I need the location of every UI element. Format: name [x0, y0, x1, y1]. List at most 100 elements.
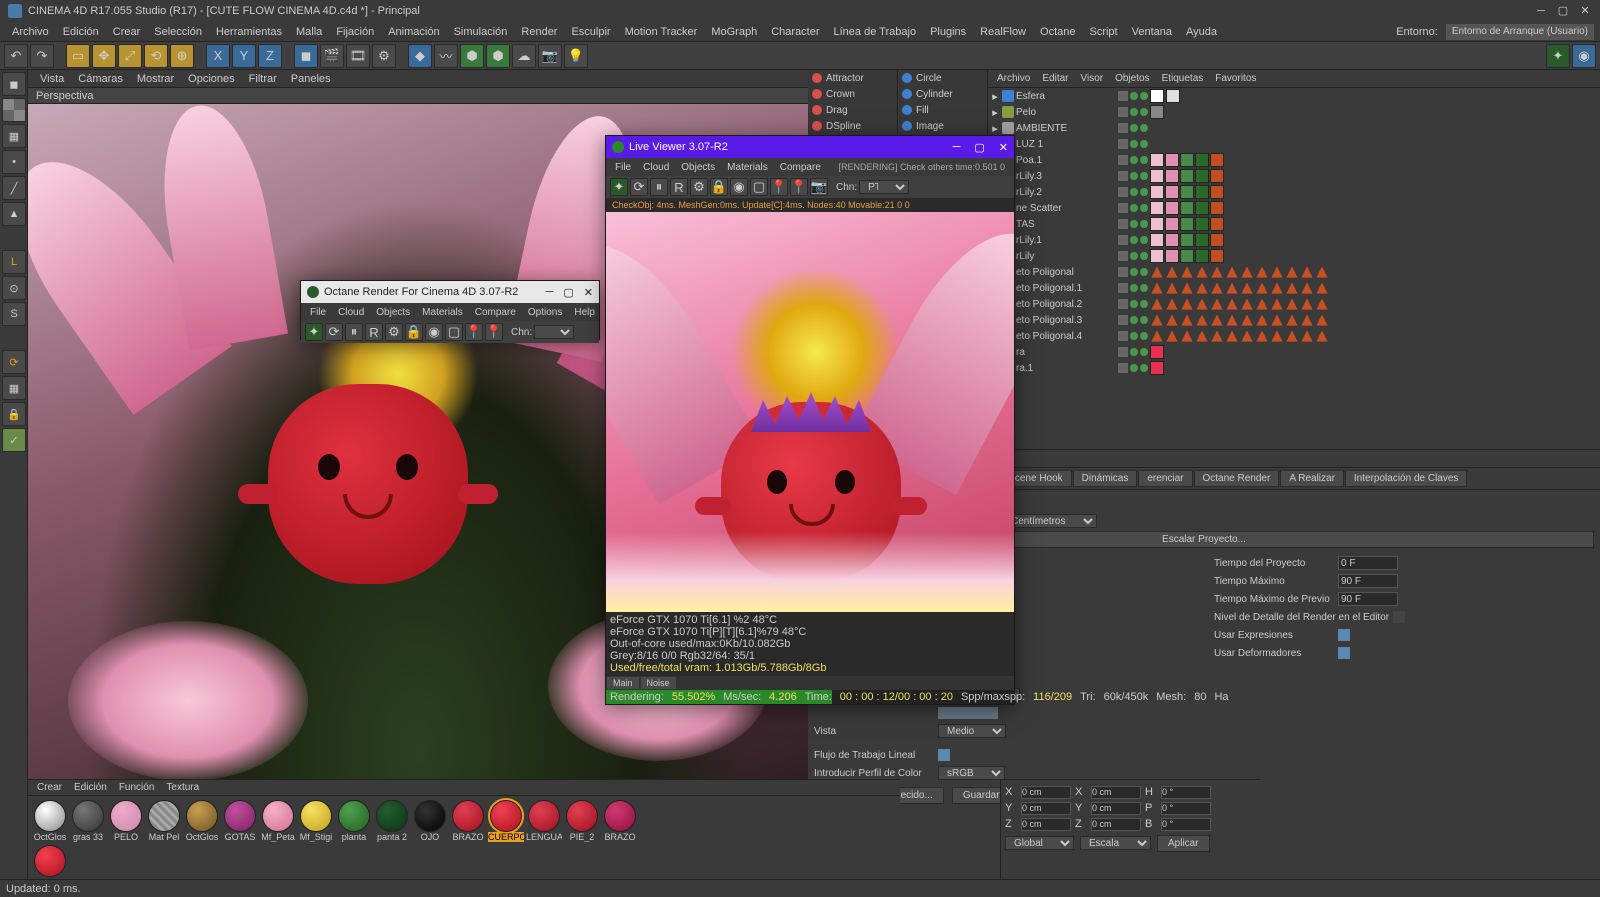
menu-ayuda[interactable]: Ayuda: [1180, 24, 1223, 40]
material-brazo[interactable]: BRAZO: [450, 800, 486, 842]
menu-plugins[interactable]: Plugins: [924, 24, 972, 40]
vp-menu-mostrar[interactable]: Mostrar: [131, 72, 180, 86]
obj-row[interactable]: ▸rLily.3: [988, 168, 1600, 184]
material-pelo[interactable]: PELO: [108, 800, 144, 842]
material-gras 33[interactable]: gras 33: [70, 800, 106, 842]
lv-menu-file[interactable]: File: [610, 161, 636, 174]
selection-filter[interactable]: ✓: [2, 428, 26, 452]
lv-pin2-button[interactable]: 📍: [790, 178, 808, 196]
view-select[interactable]: Medio: [938, 724, 1006, 738]
mat-menu-textura[interactable]: Textura: [161, 781, 204, 794]
texture-mode[interactable]: [2, 98, 26, 122]
material-mf_peta[interactable]: Mf_Peta: [260, 800, 296, 842]
obj-row[interactable]: ▸ra.1: [988, 360, 1600, 376]
environment-button[interactable]: ☁: [512, 44, 536, 68]
octane-max-button[interactable]: ▢: [563, 286, 573, 299]
redo-button[interactable]: ↷: [30, 44, 54, 68]
move-tool[interactable]: ✥: [92, 44, 116, 68]
point-mode[interactable]: •: [2, 150, 26, 174]
octane-settings-button[interactable]: ⚙: [385, 323, 403, 341]
menu-malla[interactable]: Malla: [290, 24, 328, 40]
menu-motion tracker[interactable]: Motion Tracker: [619, 24, 704, 40]
menu-realflow[interactable]: RealFlow: [974, 24, 1032, 40]
octane-settings-window[interactable]: Octane Render For Cinema 4D 3.07-R2 ─▢✕ …: [300, 280, 600, 340]
os-menu-file[interactable]: File: [305, 306, 331, 319]
expressions-check[interactable]: [1338, 629, 1350, 641]
attr-tab[interactable]: A Realizar: [1280, 470, 1344, 487]
max-time-input[interactable]: [1338, 574, 1398, 588]
lv-close-button[interactable]: ✕: [999, 141, 1008, 154]
octane-pin1-button[interactable]: 📍: [465, 323, 483, 341]
material-mf_stigi[interactable]: Mf_Stigi: [298, 800, 334, 842]
lv-menu-cloud[interactable]: Cloud: [638, 161, 674, 174]
lv-tab-noise[interactable]: Noise: [641, 677, 676, 689]
vp-menu-vista[interactable]: Vista: [34, 72, 70, 86]
camera-button[interactable]: 📷: [538, 44, 562, 68]
ot-menu-objetos[interactable]: Objetos: [1110, 72, 1154, 85]
prim-dspline[interactable]: DSpline: [808, 118, 897, 134]
render-pv-button[interactable]: 🎞: [346, 44, 370, 68]
material-extra[interactable]: [32, 845, 68, 877]
octane-titlebar[interactable]: Octane Render For Cinema 4D 3.07-R2 ─▢✕: [301, 281, 599, 303]
lv-chn-select[interactable]: PT: [859, 180, 909, 194]
lv-sphere-button[interactable]: ◉: [730, 178, 748, 196]
vp-menu-opciones[interactable]: Opciones: [182, 72, 240, 86]
prim-fill[interactable]: Fill: [898, 102, 987, 118]
octane-pin2-button[interactable]: 📍: [485, 323, 503, 341]
select-tool[interactable]: ▭: [66, 44, 90, 68]
material-panta 2[interactable]: panta 2: [374, 800, 410, 842]
prim-attractor[interactable]: Attractor: [808, 70, 897, 86]
obj-row[interactable]: ▸LUZ 1: [988, 136, 1600, 152]
render-settings-button[interactable]: ⚙: [372, 44, 396, 68]
close-button[interactable]: ✕: [1578, 4, 1592, 18]
viewport-solo[interactable]: ▦: [2, 376, 26, 400]
attr-tab[interactable]: Dinámicas: [1073, 470, 1138, 487]
octane-sphere-button[interactable]: ◉: [425, 323, 443, 341]
tweak-mode[interactable]: ⟳: [2, 350, 26, 374]
obj-row[interactable]: ▸eto Poligonal: [988, 264, 1600, 280]
lv-pin1-button[interactable]: 📍: [770, 178, 788, 196]
attr-tab[interactable]: Interpolación de Claves: [1345, 470, 1468, 487]
octane-lock-button[interactable]: 🔒: [405, 323, 423, 341]
menu-render[interactable]: Render: [515, 24, 563, 40]
lv-lock-button[interactable]: 🔒: [710, 178, 728, 196]
lod-render-check[interactable]: [1393, 611, 1405, 623]
octane-close-button[interactable]: ✕: [584, 286, 593, 299]
lv-refresh-button[interactable]: ⟳: [630, 178, 648, 196]
color-swatch[interactable]: [938, 707, 998, 719]
menu-selección[interactable]: Selección: [148, 24, 208, 40]
material-octglos[interactable]: OctGlos: [32, 800, 68, 842]
lv-cam-button[interactable]: 📷: [810, 178, 828, 196]
menu-edición[interactable]: Edición: [57, 24, 105, 40]
os-menu-cloud[interactable]: Cloud: [333, 306, 369, 319]
prim-crown[interactable]: Crown: [808, 86, 897, 102]
project-scale-unit[interactable]: Centímetros: [1002, 514, 1097, 528]
vp-menu-paneles[interactable]: Paneles: [285, 72, 337, 86]
lv-render-button[interactable]: ✦: [610, 178, 628, 196]
prim-circle[interactable]: Circle: [898, 70, 987, 86]
undo-button[interactable]: ↶: [4, 44, 28, 68]
obj-row[interactable]: ▸Poa.1: [988, 152, 1600, 168]
axis-mode[interactable]: L: [2, 250, 26, 274]
axis-x-button[interactable]: X: [206, 44, 230, 68]
prim-image[interactable]: Image: [898, 118, 987, 134]
material-planta[interactable]: planta: [336, 800, 372, 842]
obj-row[interactable]: ▸TAS: [988, 216, 1600, 232]
prim-cylinder[interactable]: Cylinder: [898, 86, 987, 102]
mat-menu-crear[interactable]: Crear: [32, 781, 67, 794]
material-lengua[interactable]: LENGUA: [526, 800, 562, 842]
minimize-button[interactable]: ─: [1534, 4, 1548, 18]
octane-pause-button[interactable]: ⏸: [345, 323, 363, 341]
viewport-tab[interactable]: Perspectiva: [28, 88, 808, 104]
octane-region-button[interactable]: R: [365, 323, 383, 341]
lv-min-button[interactable]: ─: [953, 141, 961, 154]
octane-chn-select[interactable]: DL: [534, 325, 574, 339]
octane-button[interactable]: ✦: [1546, 44, 1570, 68]
lv-settings-button[interactable]: ⚙: [690, 178, 708, 196]
mat-menu-función[interactable]: Función: [114, 781, 160, 794]
live-viewer-render[interactable]: [606, 212, 1014, 612]
color-profile-select[interactable]: sRGB: [938, 766, 1005, 780]
material-cuerpo[interactable]: CUERPO: [488, 800, 524, 842]
material-mat pel[interactable]: Mat Pel: [146, 800, 182, 842]
menu-crear[interactable]: Crear: [107, 24, 147, 40]
